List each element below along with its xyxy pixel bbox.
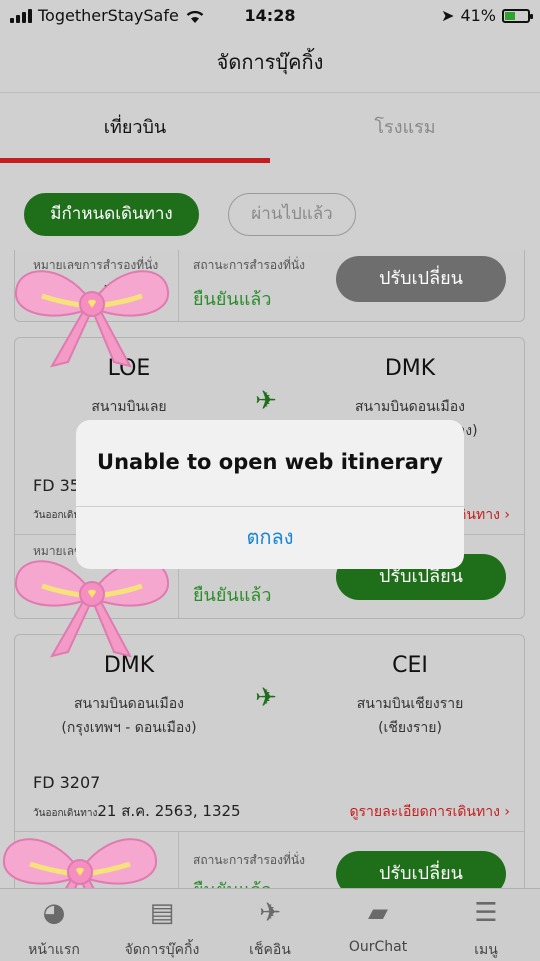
battery-percent: 41% [460,6,496,25]
chat-icon: ▰ [368,898,388,928]
status-label: สถานะการสำรองที่นั่ง [193,853,305,867]
alert-title: Unable to open web itinerary [97,450,443,474]
page-title: จัดการบุ๊คกิ้ง [216,50,324,74]
nav-check-in[interactable]: ✈ เช็คอิน [216,895,324,961]
origin-airport: สนามบินดอนเมือง [74,696,184,712]
flight-number: FD 35 [33,476,80,495]
nav-ourchat[interactable]: ▰ OurChat [324,895,432,955]
nav-home[interactable]: ◕ หน้าแรก [0,895,108,961]
origin-airport-city: (กรุงเทพฯ - ดอนเมือง) [61,720,197,736]
header-divider [0,92,540,93]
card-vertical-divider [178,250,179,321]
alert-dialog: Unable to open web itinerary ตกลง [76,420,464,569]
filter-upcoming-button[interactable]: มีกำหนดเดินทาง [24,193,199,236]
filter-past-button[interactable]: ผ่านไปแล้ว [228,193,356,236]
destination-airport-city: (เชียงราย) [378,720,442,736]
date-label: วันออกเดินทาง [33,808,98,819]
destination-airport: สนามบินดอนเมือง [355,399,465,415]
plane-icon: ✈ [255,386,277,416]
menu-icon: ☰ [474,898,498,928]
battery-icon [502,8,533,23]
bottom-nav: ◕ หน้าแรก ▤ จัดการบุ๊คกิ้ง ✈ เช็คอิน ▰ O… [0,888,540,961]
alert-ok-button[interactable]: ตกลง [76,506,464,569]
home-icon: ◕ [42,898,66,928]
plane-check-icon: ✈ [259,898,281,928]
destination-code: CEI [392,653,428,678]
status-value: ยืนยันแล้ว [193,585,272,606]
bow-sticker-icon [14,270,170,368]
flight-number: FD 3207 [33,773,101,792]
plane-icon: ✈ [255,683,277,713]
change-button[interactable]: ปรับเปลี่ยน [336,256,506,302]
location-arrow-icon: ➤ [441,6,455,25]
ticket-icon: ▤ [149,898,175,928]
itinerary-detail-link[interactable]: ดูรายละเอียดการเดินทาง › [349,801,510,823]
tab-flights[interactable]: เที่ยวบิน [0,112,270,141]
status-label: สถานะการสำรองที่นั่ง [193,258,305,272]
origin-airport: สนามบินเลย [91,399,167,415]
destination-airport: สนามบินเชียงราย [356,696,464,712]
active-tab-indicator [0,158,270,163]
card-vertical-divider [178,831,179,893]
status-bar: TogetherStaySafe 14:28 ➤ 41% [0,0,540,32]
nav-menu[interactable]: ☰ เมนู [432,895,540,961]
tab-hotels[interactable]: โรงแรม [270,112,540,141]
destination-code: DMK [384,356,436,381]
status-value: ยืนยันแล้ว [193,289,272,310]
departure-date: 21 ส.ค. 2563, 1325 [97,802,241,820]
nav-manage-booking[interactable]: ▤ จัดการบุ๊คกิ้ง [108,895,216,961]
